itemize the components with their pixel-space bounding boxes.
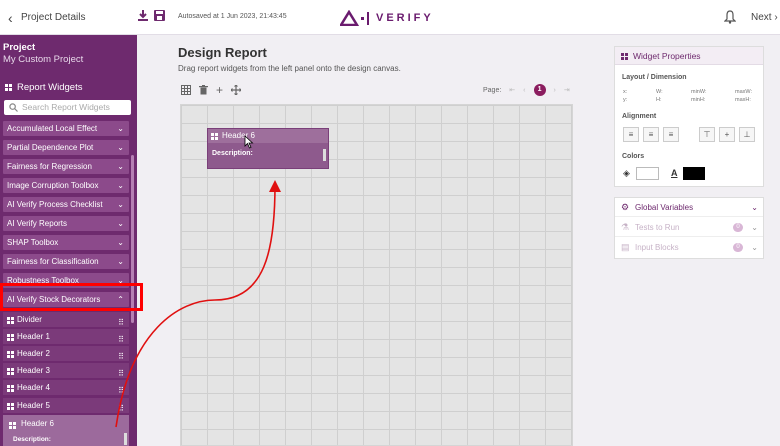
align-top-icon[interactable]: ⊤ [699, 127, 715, 142]
tests-icon: ⚗ [621, 222, 630, 232]
inputs-count-badge: 0 [733, 243, 743, 252]
widget-properties-title: Widget Properties [633, 51, 701, 61]
minh-label: minH: [691, 97, 706, 103]
tests-to-run-row[interactable]: ⚗ Tests to Run 0 ⌄ [615, 218, 763, 237]
input-blocks-label: Input Blocks [635, 243, 679, 252]
widget-props-grid-icon [621, 53, 628, 60]
align-bottom-icon[interactable]: ⊥ [739, 127, 755, 142]
input-blocks-icon: ▤ [621, 242, 630, 252]
y-label: y: [623, 97, 628, 103]
global-variables-title: Global Variables [635, 203, 694, 212]
maxw-label: maxW: [735, 89, 753, 95]
tests-count-badge: 0 [733, 223, 743, 232]
tests-to-run-label: Tests to Run [635, 223, 680, 232]
x-label: x: [623, 89, 628, 95]
layout-label: Layout / Dimension [622, 74, 687, 81]
chevron-down-icon: ⌄ [751, 243, 758, 252]
h-label: H: [656, 97, 662, 103]
input-blocks-row[interactable]: ▤ Input Blocks 0 ⌄ [615, 238, 763, 257]
w-label: W: [656, 89, 663, 95]
text-color-swatch[interactable] [683, 167, 705, 180]
align-right-icon[interactable]: ≡ [663, 127, 679, 142]
align-left-icon[interactable]: ≡ [623, 127, 639, 142]
chevron-down-icon: ⌄ [751, 223, 758, 232]
widget-properties-panel: Widget Properties Layout / Dimension x: … [614, 46, 764, 187]
align-center-icon[interactable]: ≡ [643, 127, 659, 142]
text-color-icon: A [671, 168, 678, 178]
colors-label: Colors [622, 153, 645, 160]
fill-color-swatch[interactable] [636, 167, 659, 180]
chevron-down-icon: ⌄ [751, 203, 758, 212]
widget-properties-header: Widget Properties [615, 47, 763, 65]
gear-icon: ⚙ [621, 202, 630, 212]
global-variables-row[interactable]: ⚙ Global Variables ⌄ [615, 198, 763, 217]
alignment-label: Alignment [622, 113, 657, 120]
maxh-label: maxH: [735, 97, 751, 103]
global-variables-panel: ⚙ Global Variables ⌄ ⚗ Tests to Run 0 ⌄ … [614, 197, 764, 259]
minw-label: minW: [691, 89, 707, 95]
fill-color-icon: ◈ [623, 168, 630, 178]
align-middle-icon[interactable]: + [719, 127, 735, 142]
